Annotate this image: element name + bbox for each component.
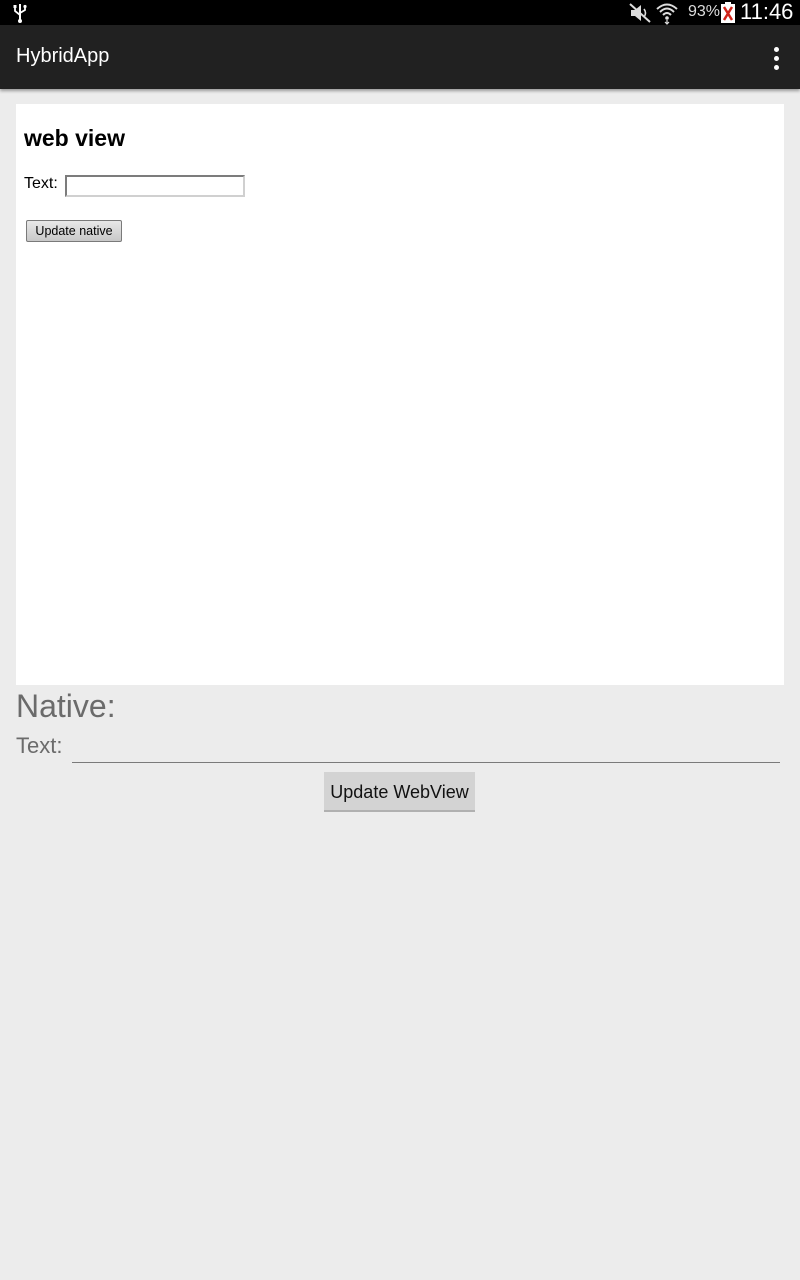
web-view: web view Text: Update native [16, 104, 784, 685]
overflow-menu-icon[interactable] [764, 43, 788, 71]
native-title: Native: [16, 688, 116, 724]
battery-percent: 93% [688, 3, 721, 20]
web-view-heading: web view [24, 125, 125, 151]
native-text-label: Text: [16, 733, 63, 758]
mute-icon [629, 3, 651, 23]
status-bar: 93% 11:46 [0, 0, 800, 25]
action-bar: HybridApp [0, 25, 800, 89]
app-title: HybridApp [16, 45, 110, 67]
clock: 11:46 [740, 0, 794, 24]
update-webview-button[interactable]: Update WebView [324, 772, 475, 812]
wifi-icon [656, 3, 678, 25]
battery-icon [721, 2, 735, 23]
usb-icon [13, 4, 27, 23]
web-text-label: Text: [24, 175, 58, 192]
update-native-button[interactable]: Update native [26, 220, 122, 242]
web-text-input[interactable] [65, 175, 245, 197]
native-text-input[interactable] [72, 730, 780, 763]
